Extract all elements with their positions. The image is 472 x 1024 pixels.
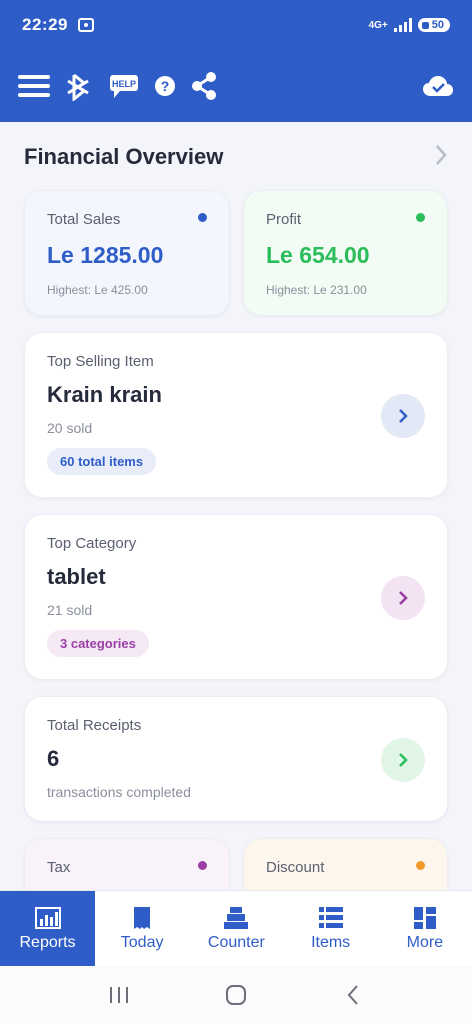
discount-card[interactable]: Discount	[243, 838, 448, 890]
chevron-right-icon	[399, 591, 408, 605]
total-receipts-card[interactable]: Total Receipts 6 transactions completed	[24, 696, 448, 822]
receipt-icon	[132, 906, 152, 930]
profit-label: Profit	[266, 211, 302, 228]
list-icon	[318, 906, 344, 930]
total-sales-highest: Highest: Le 425.00	[47, 283, 148, 297]
screen-record-icon	[77, 18, 94, 32]
page-title: Financial Overview	[24, 144, 224, 169]
top-category-open-button[interactable]	[381, 576, 425, 620]
top-category-name: tablet	[47, 564, 106, 589]
help-icon[interactable]: HELP	[108, 72, 140, 100]
top-selling-item-card[interactable]: Top Selling Item Krain krain 20 sold 60 …	[24, 332, 448, 498]
recent-apps-icon	[109, 987, 128, 1003]
receipts-open-button[interactable]	[381, 738, 425, 782]
receipts-label: Total Receipts	[47, 717, 142, 734]
nav-counter[interactable]: Counter	[189, 891, 283, 966]
nav-more-label: More	[406, 933, 444, 951]
total-sales-card[interactable]: Total Sales Le 1285.00 Highest: Le 425.0…	[24, 190, 230, 316]
profit-highest: Highest: Le 231.00	[266, 283, 367, 297]
nav-reports-label: Reports	[19, 933, 76, 951]
nav-items[interactable]: Items	[284, 891, 378, 966]
top-category-label: Top Category	[47, 535, 137, 552]
bottom-nav: Reports Today Counter Items More	[0, 890, 472, 966]
nav-more[interactable]: More	[378, 891, 472, 966]
top-category-card[interactable]: Top Category tablet 21 sold 3 categories	[24, 514, 448, 680]
discount-label: Discount	[266, 859, 325, 876]
home-button[interactable]	[216, 975, 256, 1015]
top-item-name: Krain krain	[47, 382, 162, 407]
top-item-label: Top Selling Item	[47, 353, 154, 370]
bluetooth-printer-icon[interactable]	[64, 71, 94, 101]
nav-reports[interactable]: Reports	[0, 891, 95, 966]
system-nav-bar	[0, 966, 472, 1024]
receipts-value: 6	[47, 746, 60, 771]
top-item-sold: 20 sold	[47, 420, 93, 436]
status-time: 22:29	[22, 15, 68, 34]
status-dot-icon	[198, 213, 207, 222]
reports-chart-icon	[34, 906, 61, 930]
back-button[interactable]	[333, 975, 373, 1015]
question-icon[interactable]: ?	[154, 75, 176, 97]
svg-text:?: ?	[161, 78, 170, 94]
recent-apps-button[interactable]	[99, 975, 139, 1015]
top-item-badge: 60 total items	[47, 448, 157, 475]
receipts-sub: transactions completed	[47, 784, 191, 800]
reports-content[interactable]: Financial Overview Total Sales Le 1285.0…	[0, 122, 472, 890]
back-icon	[347, 985, 359, 1005]
nav-today[interactable]: Today	[95, 891, 189, 966]
total-sales-label: Total Sales	[47, 211, 121, 228]
status-dot-icon	[416, 861, 425, 870]
cash-register-icon	[223, 906, 249, 930]
top-category-sold: 21 sold	[47, 602, 93, 618]
chevron-right-icon	[399, 409, 408, 423]
status-right: 4G+ 50	[369, 18, 450, 32]
nav-today-label: Today	[120, 933, 164, 951]
status-dot-icon	[416, 213, 425, 222]
dashboard-grid-icon	[413, 906, 437, 930]
profit-card[interactable]: Profit Le 654.00 Highest: Le 231.00	[243, 190, 448, 316]
status-bar: 22:29 4G+ 50	[0, 0, 472, 50]
home-icon	[225, 985, 246, 1005]
nav-counter-label: Counter	[207, 933, 265, 951]
battery-indicator: 50	[417, 18, 450, 32]
app-bar: HELP ?	[0, 50, 472, 122]
share-icon[interactable]	[190, 71, 218, 101]
help-badge-text: HELP	[112, 79, 136, 89]
nav-items-label: Items	[311, 933, 351, 951]
network-type: 4G+	[368, 19, 388, 31]
menu-icon[interactable]	[18, 74, 50, 98]
total-sales-value: Le 1285.00	[47, 242, 164, 268]
cloud-sync-icon[interactable]	[422, 75, 454, 97]
tax-card[interactable]: Tax	[24, 838, 230, 890]
profit-value: Le 654.00	[266, 242, 370, 268]
signal-icon	[393, 18, 412, 32]
top-item-open-button[interactable]	[381, 394, 425, 438]
chevron-right-icon	[399, 753, 408, 767]
top-category-badge: 3 categories	[47, 630, 149, 657]
tax-label: Tax	[47, 859, 71, 876]
overview-header[interactable]: Financial Overview	[24, 142, 448, 172]
chevron-right-icon[interactable]	[434, 144, 448, 171]
status-dot-icon	[198, 861, 207, 870]
